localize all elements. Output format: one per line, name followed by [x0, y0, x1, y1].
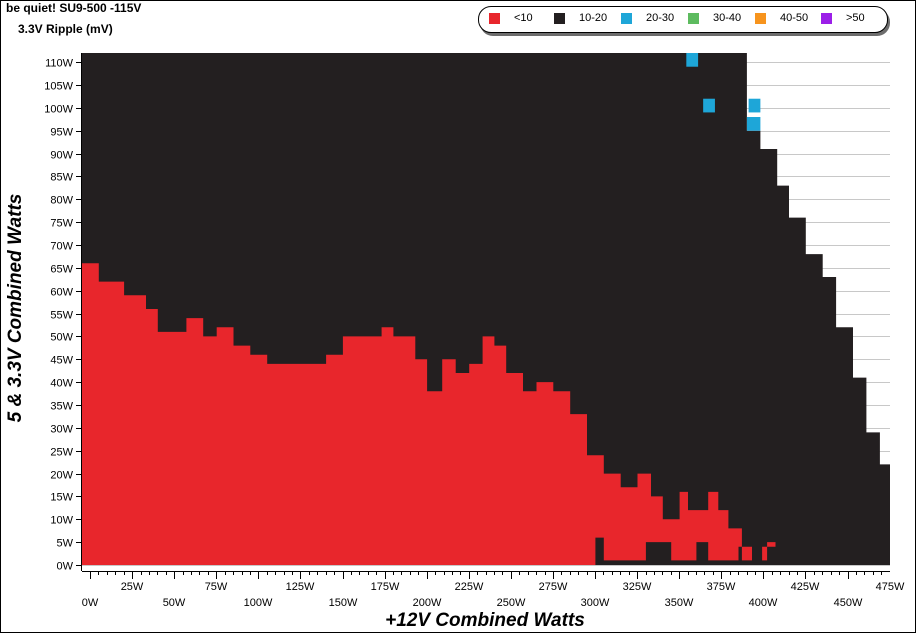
x-tick-label-3: 75W	[205, 581, 228, 593]
y-tick-label-11: 55W	[50, 310, 73, 322]
y-tick-label-8: 40W	[50, 378, 73, 390]
heatmap-chart: 0W 5W 10W 15W 20W 25W 30W 35W 40W 45W 50W 55W 60W 65W…	[5, 53, 905, 631]
x-tick-label-5: 125W	[286, 581, 315, 593]
y-tick-label-7: 35W	[50, 401, 73, 413]
x-tick-label-16: 400W	[749, 597, 778, 609]
x-tick-label-8: 200W	[413, 597, 442, 609]
x-tick-label-6: 150W	[329, 597, 358, 609]
x-tick-label-19: 475W	[876, 581, 905, 593]
y-tick-label-20: 100W	[44, 104, 73, 116]
y-axis-title: 5 & 3.3V Combined Watts	[5, 194, 26, 423]
y-tick-label-2: 10W	[50, 515, 73, 527]
y-tick-label-0: 0W	[57, 561, 74, 573]
x-tick-label-17: 425W	[791, 581, 820, 593]
cell-20-30mV-1	[703, 98, 715, 113]
heatmap-regions	[82, 53, 890, 565]
x-tick-label-4: 100W	[244, 597, 273, 609]
y-tick-label-22: 110W	[45, 58, 74, 70]
cell-20-30mV-2	[748, 98, 761, 113]
y-tick-label-17: 85W	[50, 172, 73, 184]
y-tick-label-21: 105W	[44, 81, 73, 93]
y-tick-label-10: 50W	[50, 332, 73, 344]
y-tick-label-4: 20W	[50, 470, 73, 482]
y-tick-label-12: 60W	[50, 287, 73, 299]
cell-20-30mV-0	[686, 53, 699, 67]
x-tick-label-9: 225W	[455, 581, 484, 593]
x-tick-label-1: 25W	[121, 581, 144, 593]
x-tick-label-10: 250W	[497, 597, 526, 609]
y-tick-label-5: 25W	[50, 447, 73, 459]
y-tick-label-1: 5W	[57, 538, 74, 550]
y-tick-label-9: 45W	[50, 355, 73, 367]
y-tick-label-18: 90W	[50, 150, 73, 162]
x-tick-label-11: 275W	[539, 581, 568, 593]
y-tick-label-3: 15W	[50, 492, 73, 504]
y-tick-label-19: 95W	[50, 127, 73, 139]
y-tick-label-6: 30W	[50, 424, 73, 436]
x-tick-label-7: 175W	[371, 581, 400, 593]
x-tick-label-14: 350W	[665, 597, 694, 609]
cell-20-30mV-3	[746, 117, 761, 131]
y-tick-label-14: 70W	[50, 241, 73, 253]
x-tick-label-18: 450W	[834, 597, 863, 609]
y-tick-label-13: 65W	[50, 264, 73, 276]
x-tick-label-12: 300W	[581, 597, 610, 609]
y-tick-label-16: 80W	[50, 195, 73, 207]
x-tick-label-2: 50W	[163, 597, 186, 609]
x-tick-label-15: 375W	[707, 581, 736, 593]
x-tick-label-13: 325W	[623, 581, 652, 593]
x-axis-title: +12V Combined Watts	[385, 610, 585, 631]
y-tick-label-15: 75W	[50, 218, 73, 230]
x-tick-label-0: 0W	[82, 597, 99, 609]
